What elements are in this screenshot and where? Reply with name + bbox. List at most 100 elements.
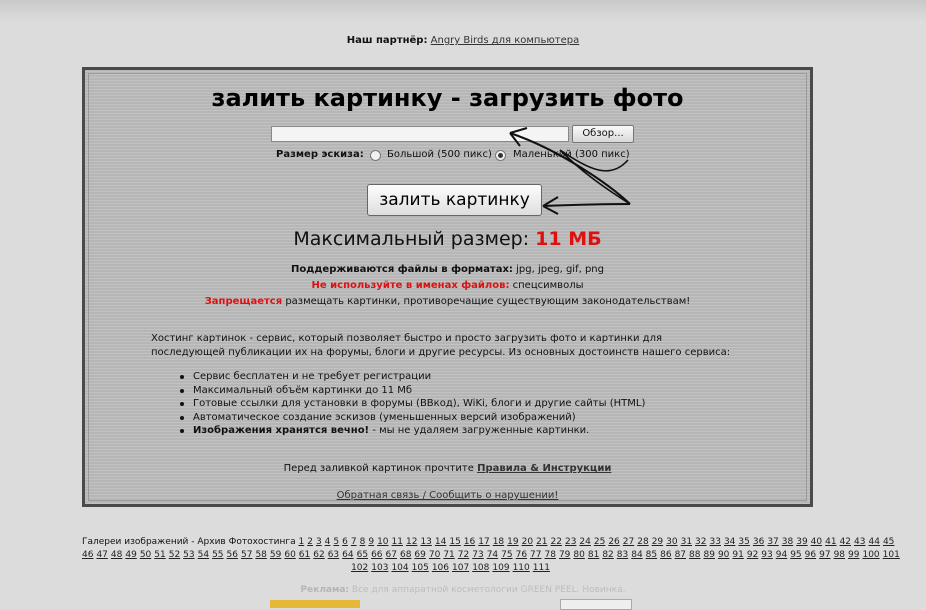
gallery-page-link[interactable]: 16 <box>464 537 475 547</box>
gallery-page-link[interactable]: 63 <box>328 550 339 560</box>
ad-brand[interactable]: GREEN PEEL. Новинка. <box>521 585 626 595</box>
gallery-page-link[interactable]: 55 <box>212 550 223 560</box>
gallery-page-link[interactable]: 30 <box>666 537 677 547</box>
gallery-page-link[interactable]: 49 <box>125 550 136 560</box>
gallery-page-link[interactable]: 7 <box>351 537 357 547</box>
gallery-page-link[interactable]: 47 <box>96 550 107 560</box>
gallery-page-link[interactable]: 11 <box>392 537 403 547</box>
gallery-page-link[interactable]: 81 <box>588 550 599 560</box>
gallery-page-link[interactable]: 35 <box>738 537 749 547</box>
gallery-page-link[interactable]: 25 <box>594 537 605 547</box>
gallery-page-link[interactable]: 98 <box>834 550 845 560</box>
gallery-page-link[interactable]: 52 <box>169 550 180 560</box>
gallery-page-link[interactable]: 29 <box>652 537 663 547</box>
gallery-page-link[interactable]: 14 <box>435 537 446 547</box>
gallery-page-link[interactable]: 64 <box>342 550 353 560</box>
gallery-page-link[interactable]: 86 <box>660 550 671 560</box>
gallery-page-link[interactable]: 107 <box>452 563 469 573</box>
gallery-page-link[interactable]: 56 <box>227 550 238 560</box>
gallery-page-link[interactable]: 4 <box>325 537 331 547</box>
gallery-page-link[interactable]: 1 <box>298 537 304 547</box>
gallery-page-link[interactable]: 32 <box>695 537 706 547</box>
gallery-page-link[interactable]: 48 <box>111 550 122 560</box>
gallery-page-link[interactable]: 53 <box>183 550 194 560</box>
gallery-page-link[interactable]: 95 <box>790 550 801 560</box>
file-path-input[interactable] <box>271 126 569 142</box>
gallery-page-link[interactable]: 68 <box>400 550 411 560</box>
gallery-page-link[interactable]: 89 <box>703 550 714 560</box>
radio-large[interactable] <box>370 150 381 161</box>
radio-small[interactable] <box>495 150 506 161</box>
gallery-page-link[interactable]: 41 <box>825 537 836 547</box>
bottom-box[interactable] <box>560 599 632 610</box>
gallery-page-link[interactable]: 13 <box>420 537 431 547</box>
gallery-page-link[interactable]: 101 <box>883 550 900 560</box>
gallery-page-link[interactable]: 88 <box>689 550 700 560</box>
gallery-page-link[interactable]: 75 <box>501 550 512 560</box>
gallery-page-link[interactable]: 59 <box>270 550 281 560</box>
gallery-page-link[interactable]: 61 <box>299 550 310 560</box>
upload-button[interactable]: залить картинку <box>367 184 542 216</box>
gallery-page-link[interactable]: 82 <box>602 550 613 560</box>
gallery-page-link[interactable]: 109 <box>492 563 509 573</box>
gallery-page-link[interactable]: 85 <box>646 550 657 560</box>
gallery-page-link[interactable]: 84 <box>631 550 642 560</box>
gallery-page-link[interactable]: 99 <box>848 550 859 560</box>
gallery-page-link[interactable]: 38 <box>782 537 793 547</box>
gallery-page-link[interactable]: 3 <box>316 537 322 547</box>
gallery-page-link[interactable]: 108 <box>472 563 489 573</box>
rules-link[interactable]: Правила & Инструкции <box>477 463 611 474</box>
gallery-page-link[interactable]: 31 <box>681 537 692 547</box>
gallery-page-link[interactable]: 51 <box>154 550 165 560</box>
gallery-page-link[interactable]: 58 <box>255 550 266 560</box>
gallery-page-link[interactable]: 9 <box>368 537 374 547</box>
gallery-page-link[interactable]: 73 <box>472 550 483 560</box>
gallery-page-link[interactable]: 18 <box>493 537 504 547</box>
gallery-page-link[interactable]: 12 <box>406 537 417 547</box>
gallery-page-link[interactable]: 8 <box>360 537 366 547</box>
gallery-page-link[interactable]: 72 <box>458 550 469 560</box>
gallery-page-link[interactable]: 39 <box>796 537 807 547</box>
gallery-page-link[interactable]: 78 <box>545 550 556 560</box>
gallery-page-link[interactable]: 106 <box>432 563 449 573</box>
gallery-page-link[interactable]: 110 <box>513 563 530 573</box>
gallery-page-link[interactable]: 20 <box>522 537 533 547</box>
option-large-label[interactable]: Большой (500 пикс) <box>387 149 492 160</box>
gallery-page-link[interactable]: 21 <box>536 537 547 547</box>
gallery-page-link[interactable]: 94 <box>776 550 787 560</box>
gallery-page-link[interactable]: 5 <box>333 537 339 547</box>
gallery-page-link[interactable]: 19 <box>507 537 518 547</box>
gallery-page-link[interactable]: 77 <box>530 550 541 560</box>
gallery-page-link[interactable]: 17 <box>478 537 489 547</box>
gallery-page-link[interactable]: 66 <box>371 550 382 560</box>
gallery-page-link[interactable]: 6 <box>342 537 348 547</box>
gallery-page-link[interactable]: 54 <box>198 550 209 560</box>
gallery-page-link[interactable]: 83 <box>617 550 628 560</box>
gallery-page-link[interactable]: 22 <box>551 537 562 547</box>
gallery-page-link[interactable]: 103 <box>371 563 388 573</box>
gallery-page-link[interactable]: 40 <box>811 537 822 547</box>
bottom-banner[interactable] <box>270 600 360 608</box>
gallery-page-link[interactable]: 15 <box>449 537 460 547</box>
gallery-page-link[interactable]: 105 <box>412 563 429 573</box>
gallery-page-link[interactable]: 43 <box>854 537 865 547</box>
gallery-page-link[interactable]: 111 <box>533 563 550 573</box>
gallery-page-link[interactable]: 65 <box>357 550 368 560</box>
gallery-page-link[interactable]: 79 <box>559 550 570 560</box>
gallery-page-link[interactable]: 80 <box>573 550 584 560</box>
gallery-page-link[interactable]: 76 <box>516 550 527 560</box>
gallery-page-link[interactable]: 102 <box>351 563 368 573</box>
gallery-page-link[interactable]: 71 <box>443 550 454 560</box>
gallery-page-link[interactable]: 23 <box>565 537 576 547</box>
gallery-page-link[interactable]: 62 <box>313 550 324 560</box>
ad-text[interactable]: Все для аппаратной косметологии <box>352 585 518 595</box>
gallery-page-link[interactable]: 10 <box>377 537 388 547</box>
gallery-page-link[interactable]: 74 <box>487 550 498 560</box>
gallery-page-link[interactable]: 70 <box>429 550 440 560</box>
gallery-page-link[interactable]: 93 <box>761 550 772 560</box>
gallery-page-link[interactable]: 67 <box>386 550 397 560</box>
gallery-page-link[interactable]: 42 <box>840 537 851 547</box>
gallery-page-link[interactable]: 87 <box>675 550 686 560</box>
feedback-link[interactable]: Обратная связь / Сообщить о нарушении! <box>337 490 559 501</box>
option-small-label[interactable]: Маленький (300 пикс) <box>513 149 630 160</box>
